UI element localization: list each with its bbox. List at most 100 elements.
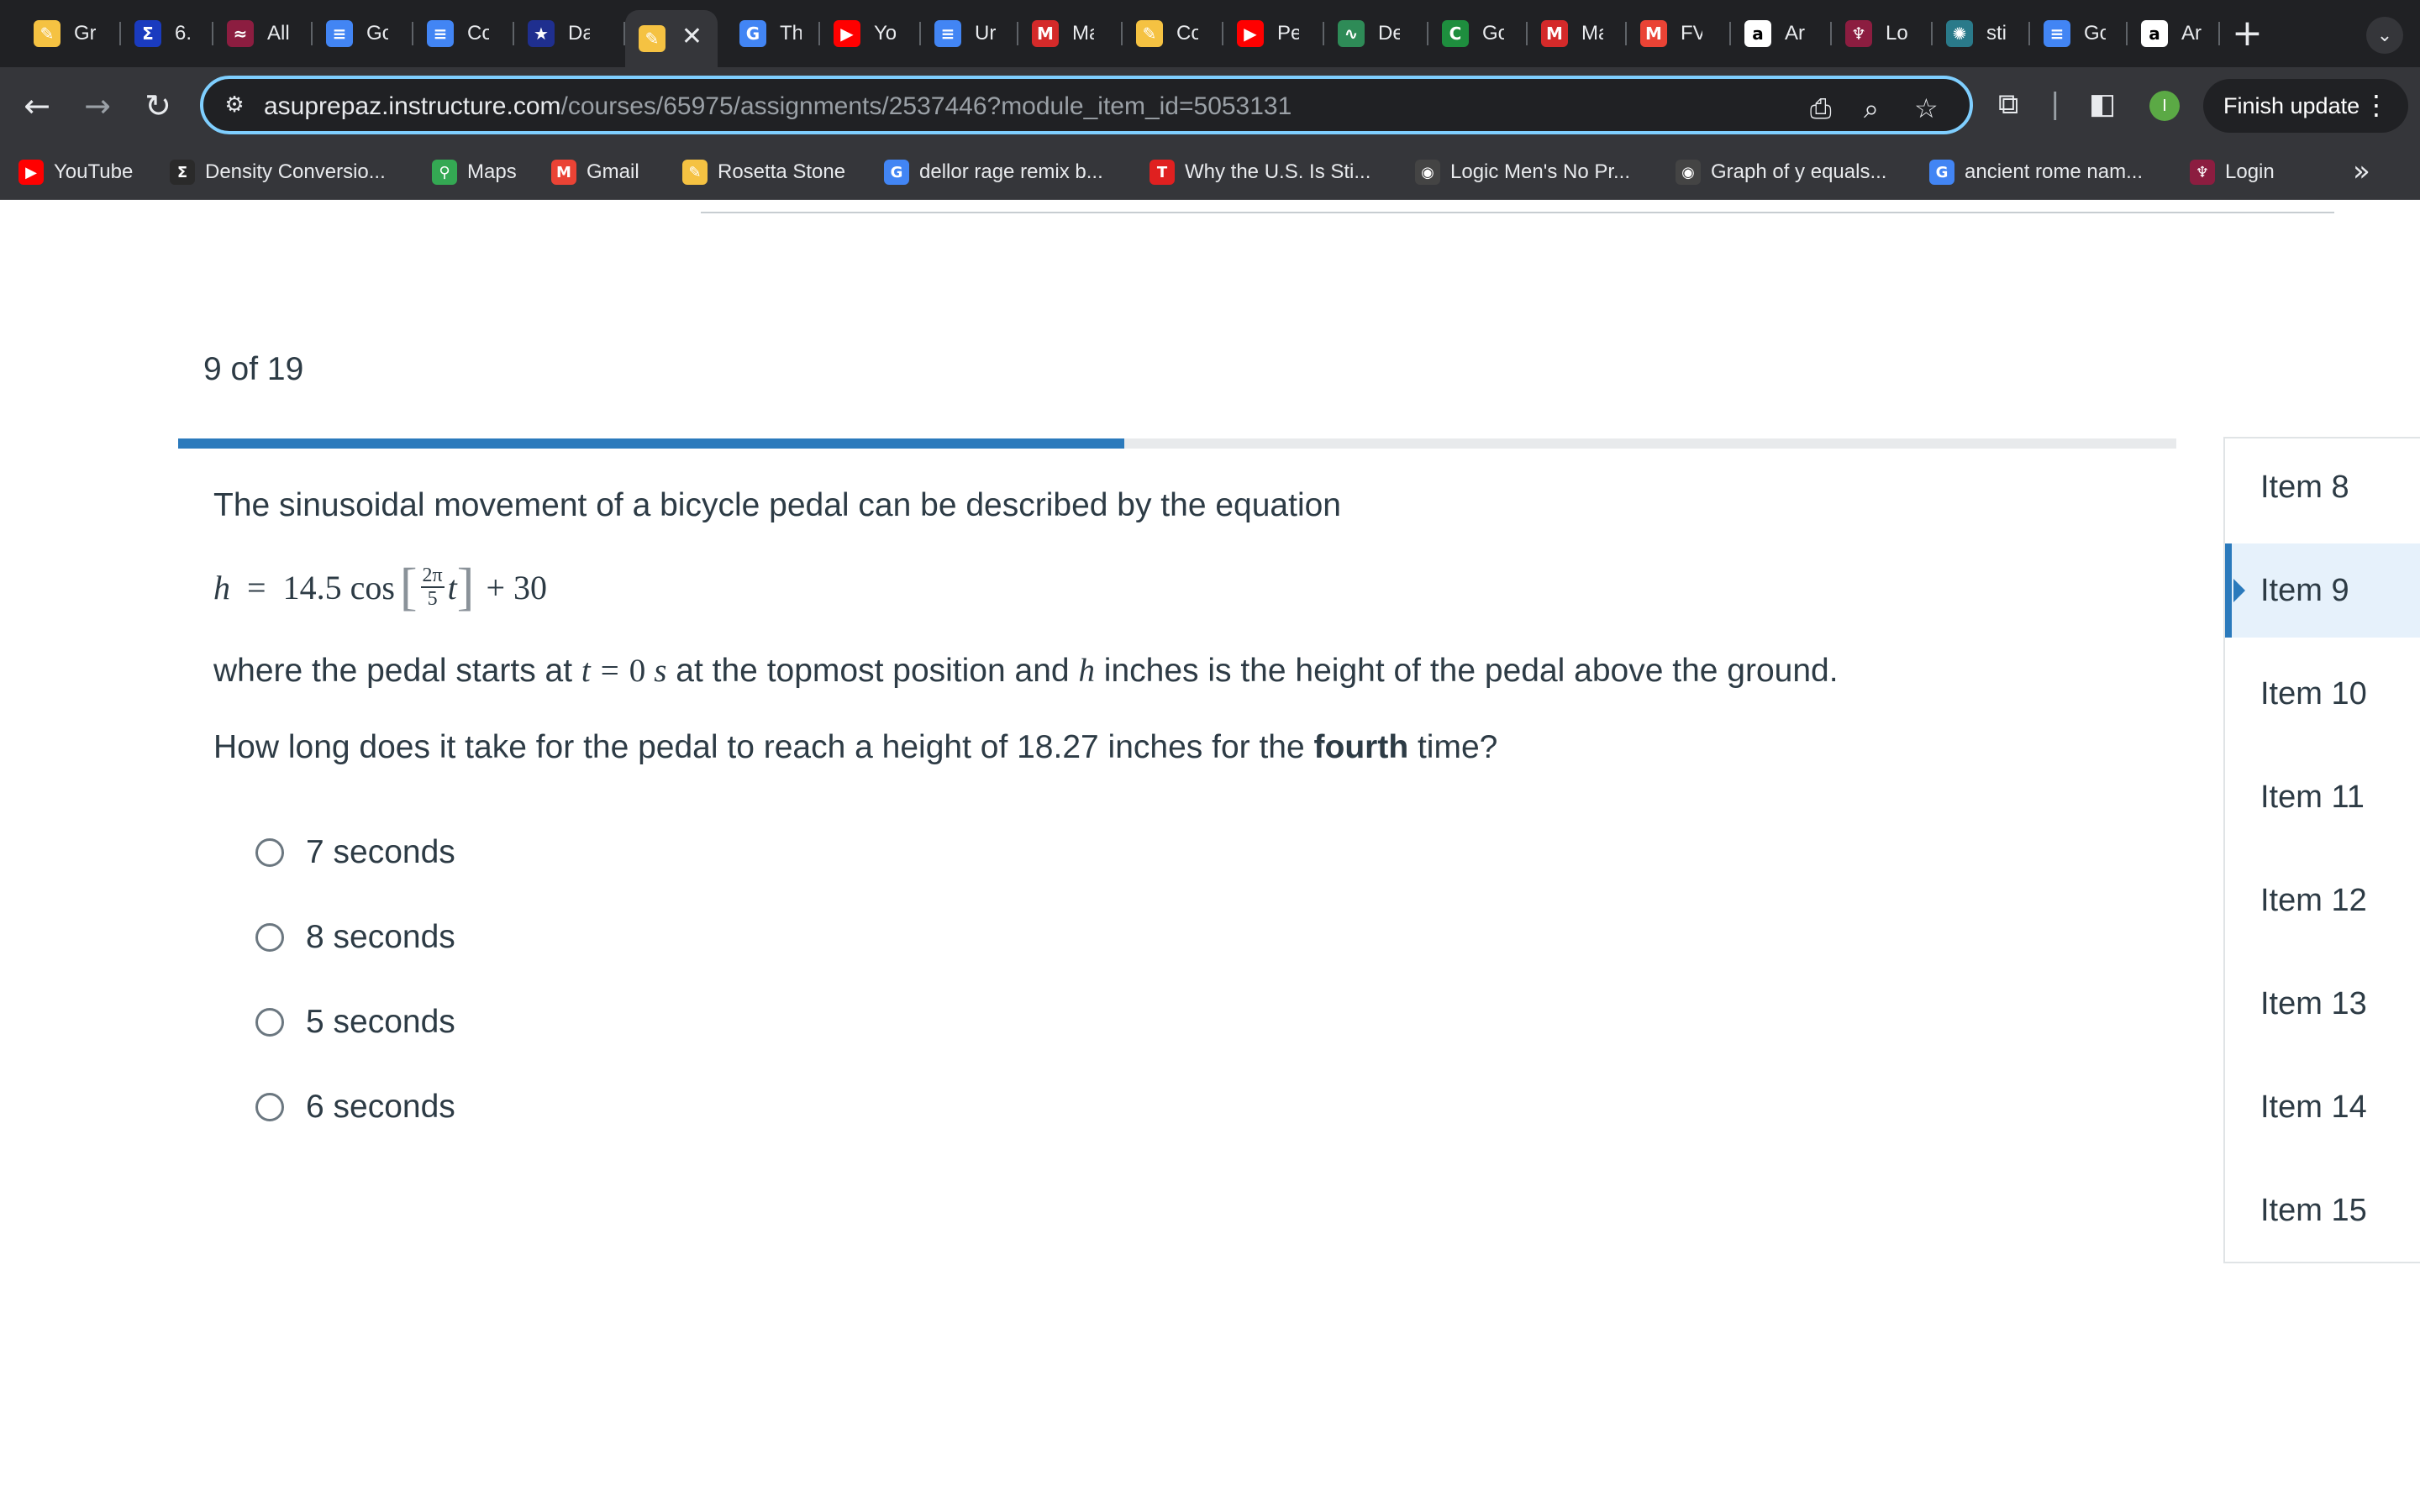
bookmark-item[interactable]: ◉ Logic Men's No Pr... — [1415, 158, 1630, 186]
docs-icon: ≡ — [2044, 20, 2070, 47]
gmail-icon: M — [551, 160, 576, 185]
answer-choice[interactable]: 6 seconds — [255, 1089, 455, 1126]
install-app-icon[interactable]: ⎙ — [1810, 92, 1832, 125]
bookmark-label: Graph of y equals... — [1711, 160, 1887, 183]
google-icon: G — [1929, 160, 1954, 185]
finish-update-label: Finish update — [2223, 92, 2360, 118]
url-text[interactable]: asuprepaz.instructure.com/courses/65975/… — [264, 92, 1292, 121]
tab-title: FV — [1681, 22, 1702, 45]
youtube-icon: ▶ — [834, 20, 860, 47]
bookmark-star-icon[interactable]: ☆ — [1914, 92, 1939, 124]
radio-button[interactable] — [255, 923, 284, 952]
browser-tab[interactable]: ✺ sti — [1933, 8, 2030, 59]
bookmark-label: dellor rage remix b... — [919, 160, 1103, 183]
finish-update-button[interactable]: Finish update ⋮ — [2203, 79, 2408, 133]
quiz-progress-bar — [178, 438, 2176, 449]
bookmark-item[interactable]: ◉ Graph of y equals... — [1676, 158, 1886, 186]
kebab-menu-icon[interactable]: ⋮ — [2363, 89, 2390, 121]
answer-choice[interactable]: 8 seconds — [255, 919, 455, 956]
zoom-icon[interactable]: ⌕ — [1864, 92, 1879, 125]
browser-tab[interactable]: ✎ Gr — [20, 8, 121, 59]
bookmark-item[interactable]: Gdellor rage remix b... — [884, 158, 1103, 186]
item-nav-link[interactable]: Item 11 — [2225, 750, 2420, 844]
tab-search-icon[interactable]: ⌄ — [2366, 17, 2403, 54]
browser-tab[interactable]: ≡ Go — [313, 8, 413, 59]
tab-title: 6. — [175, 22, 192, 45]
radio-button[interactable] — [255, 1008, 284, 1037]
google-icon: G — [739, 20, 766, 47]
item-nav-label: Item 13 — [2260, 985, 2367, 1021]
m-logo-icon: M — [1541, 20, 1568, 47]
bookmark-item[interactable]: ✎ Rosetta Stone — [682, 158, 845, 186]
browser-tab[interactable]: ≡ Ur — [921, 8, 1018, 59]
new-tab-icon[interactable]: + — [2232, 12, 2263, 55]
more-bookmarks-icon[interactable]: » — [2353, 155, 2370, 188]
item-nav-link[interactable]: Item 15 — [2225, 1163, 2420, 1257]
bookmark-item[interactable]: T Why the U.S. Is Sti... — [1150, 158, 1370, 186]
answer-choice[interactable]: 7 seconds — [255, 834, 455, 871]
radio-button[interactable] — [255, 838, 284, 867]
bookmark-item[interactable]: Σ Density Conversio... — [170, 158, 386, 186]
close-tab-icon[interactable]: ✕ — [681, 22, 702, 51]
browser-tab[interactable]: ▶ Pe — [1223, 8, 1324, 59]
globe-icon: ✺ — [1946, 20, 1973, 47]
browser-tab[interactable]: ∿ De — [1324, 8, 1428, 59]
youtube-icon: ▶ — [1237, 20, 1264, 47]
m-logo-icon: M — [1032, 20, 1059, 47]
item-nav-link[interactable]: Item 13 — [2225, 957, 2420, 1051]
bookmark-item[interactable]: ▶ YouTube — [18, 158, 133, 186]
forward-arrow-icon[interactable]: → — [77, 86, 118, 126]
item-nav-link[interactable]: Item 9 — [2225, 543, 2420, 638]
bookmark-item[interactable]: ⚲ Maps — [432, 158, 517, 186]
browser-tab[interactable]: a Ar — [2128, 8, 2220, 59]
browser-tab[interactable]: ✎ ✕ — [625, 10, 718, 67]
item-nav-link[interactable]: Item 12 — [2225, 853, 2420, 948]
browser-tab[interactable]: M Ma — [1018, 8, 1123, 59]
browser-tab[interactable]: C Go — [1428, 8, 1528, 59]
back-arrow-icon[interactable]: ← — [17, 86, 57, 126]
side-panel-icon[interactable]: ◧ — [2089, 87, 2116, 121]
radio-button[interactable] — [255, 1093, 284, 1121]
eq-frac-numerator: 2π — [420, 564, 445, 588]
sigma-icon: Σ — [170, 160, 195, 185]
profile-avatar[interactable]: I — [2149, 91, 2180, 121]
eq-right-bracket: ] — [456, 559, 475, 616]
address-bar[interactable]: ⚙ asuprepaz.instructure.com/courses/6597… — [200, 76, 1973, 134]
item-nav-label: Item 11 — [2260, 779, 2365, 815]
condition-text-2: at the topmost position and — [666, 653, 1079, 689]
extensions-puzzle-icon[interactable]: ⧉ — [1998, 87, 2018, 121]
browser-tab[interactable]: ≡ Go — [2030, 8, 2128, 59]
browser-tab[interactable]: G Th — [726, 8, 820, 59]
browser-tab[interactable]: ♆ Lo — [1832, 8, 1933, 59]
bookmark-item[interactable]: ♆ Login — [2190, 158, 2275, 186]
bookmark-label: Gmail — [587, 160, 639, 183]
browser-tab[interactable]: ≈ All — [213, 8, 313, 59]
asu-logo-icon: ≈ — [227, 20, 254, 47]
browser-tab[interactable]: a Ar — [1731, 8, 1832, 59]
browser-tab[interactable]: M FV — [1627, 8, 1731, 59]
bookmark-item[interactable]: M Gmail — [551, 158, 639, 186]
item-nav-link[interactable]: Item 14 — [2225, 1060, 2420, 1154]
browser-tab[interactable]: M Ma — [1528, 8, 1627, 59]
pedal-equation: h = 14.5 cos [ 2π 5 t ] + 30 — [213, 561, 547, 613]
quiz-progress-fill — [178, 438, 1125, 449]
answer-choice[interactable]: 5 seconds — [255, 1004, 455, 1041]
item-nav-link[interactable]: Item 10 — [2225, 647, 2420, 741]
browser-tab[interactable]: Σ 6. — [121, 8, 213, 59]
bookmark-label: Logic Men's No Pr... — [1450, 160, 1631, 183]
bookmark-item[interactable]: Gancient rome nam... — [1929, 158, 2143, 186]
site-settings-icon[interactable]: ⚙ — [220, 91, 249, 119]
item-nav-link[interactable]: Item 8 — [2225, 440, 2420, 534]
t-logo-icon: T — [1150, 160, 1175, 185]
browser-tab[interactable]: ≡ Co — [413, 8, 514, 59]
refresh-logo-icon: C — [1442, 20, 1469, 47]
tab-separator — [2218, 22, 2220, 45]
amazon-icon: a — [2141, 20, 2168, 47]
condition-s: s — [654, 653, 667, 689]
browser-tab[interactable]: ▶ Yo — [820, 8, 921, 59]
browser-tab[interactable]: ★ Da — [514, 8, 625, 59]
pencil-logo-icon: ✎ — [34, 20, 60, 47]
reload-icon[interactable]: ↻ — [138, 86, 178, 126]
bookmarks-bar: ▶ YouTube Σ Density Conversio... ⚲ Maps M Gmail… — [0, 144, 2420, 200]
browser-tab[interactable]: ✎ Co — [1123, 8, 1223, 59]
